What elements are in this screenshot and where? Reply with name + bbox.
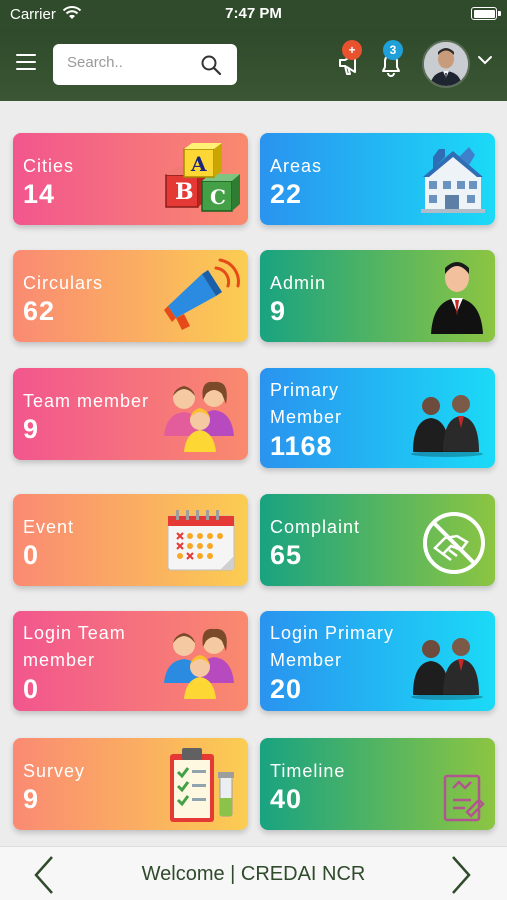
family-group-icon — [164, 381, 234, 452]
card-count: 9 — [23, 414, 40, 444]
card-count: 40 — [270, 784, 303, 814]
battery-tip — [498, 11, 501, 16]
timeline-document-icon — [443, 774, 485, 822]
card-label: Admin — [270, 273, 327, 293]
card-count: 14 — [23, 179, 56, 209]
card-timeline[interactable]: Timeline 40 — [260, 738, 495, 830]
chevron-right-icon[interactable] — [447, 855, 475, 895]
svg-text:B: B — [175, 179, 194, 205]
card-count: 62 — [23, 296, 56, 326]
notification-badge: 3 — [383, 40, 403, 60]
card-label: Team member — [23, 391, 150, 411]
avatar-image — [424, 42, 468, 86]
card-event[interactable]: Event 0 — [13, 494, 248, 586]
calendar-icon — [167, 510, 235, 571]
card-circulars[interactable]: Circulars 62 — [13, 250, 248, 342]
clipboard-checklist-icon — [170, 748, 234, 822]
status-bar: Carrier 7:47 PM — [0, 0, 507, 28]
card-count: 20 — [270, 674, 303, 704]
businessman-icon — [431, 262, 483, 334]
card-label: Areas — [270, 156, 323, 176]
footer-bar: Welcome | CREDAI NCR — [0, 846, 507, 900]
svg-text:A: A — [190, 152, 207, 176]
megaphone-icon — [164, 258, 240, 330]
search-icon[interactable] — [201, 55, 221, 75]
search-input[interactable] — [67, 54, 197, 71]
card-label: Circulars — [23, 273, 104, 293]
card-label: Cities — [23, 156, 75, 176]
family-group-icon — [164, 628, 234, 699]
abc-blocks-icon: B C A — [165, 143, 240, 212]
card-team-member[interactable]: Team member 9 — [13, 368, 248, 460]
card-label: Event — [23, 517, 75, 537]
svg-text:C: C — [210, 185, 226, 209]
card-login-primary-member[interactable]: Login Primary Member 20 — [260, 611, 495, 711]
card-count: 1168 — [270, 431, 333, 461]
card-areas[interactable]: Areas 22 — [260, 133, 495, 225]
card-label: Complaint — [270, 517, 361, 537]
no-handshake-icon — [423, 512, 485, 574]
card-label: Timeline — [270, 761, 346, 781]
hamburger-menu-icon[interactable] — [16, 54, 36, 70]
card-count: 0 — [23, 540, 40, 570]
card-label: Primary Member — [270, 380, 343, 427]
app-header: + 3 — [0, 28, 507, 101]
announcement-badge: + — [342, 40, 362, 60]
card-label: Survey — [23, 761, 86, 781]
card-survey[interactable]: Survey 9 — [13, 738, 248, 830]
card-label: Login Team member — [23, 623, 126, 670]
business-meeting-icon — [411, 638, 483, 700]
card-login-team-member[interactable]: Login Team member 0 — [13, 611, 248, 711]
card-primary-member[interactable]: Primary Member 1168 — [260, 368, 495, 468]
clock: 7:47 PM — [225, 5, 282, 22]
card-count: 0 — [23, 674, 40, 704]
chevron-down-icon[interactable] — [477, 54, 493, 66]
card-count: 65 — [270, 540, 303, 570]
card-cities[interactable]: Cities 14 B C A — [13, 133, 248, 225]
card-complaint[interactable]: Complaint 65 — [260, 494, 495, 586]
business-meeting-icon — [411, 395, 483, 457]
search-box[interactable] — [53, 44, 237, 85]
avatar[interactable] — [422, 40, 470, 88]
building-icon — [421, 147, 485, 213]
card-label: Login Primary Member — [270, 623, 395, 670]
card-count: 9 — [270, 296, 287, 326]
card-count: 22 — [270, 179, 303, 209]
welcome-text: Welcome | CREDAI NCR — [141, 863, 366, 885]
card-count: 9 — [23, 784, 40, 814]
card-admin[interactable]: Admin 9 — [260, 250, 495, 342]
battery-icon — [471, 7, 497, 20]
